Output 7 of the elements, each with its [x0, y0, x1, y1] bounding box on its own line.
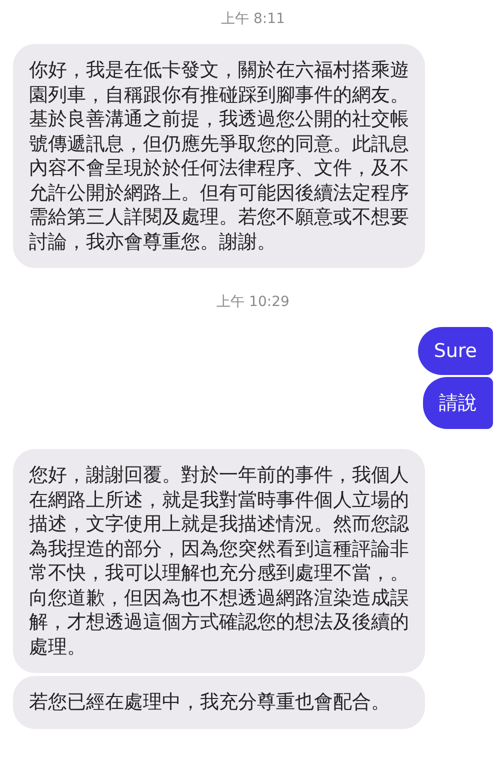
- outgoing-message-bubble: 請說: [423, 377, 493, 429]
- incoming-message-bubble: 您好，謝謝回覆。對於一年前的事件，我個人在網路上所述，就是我對當時事件個人立場的描述，文字使用上就是我描述情況。然而您認為我捏造的部分，因為您突然看到這種評論非常不快，我可以理解也充分感到處理不當，。向您道歉，但因為也不想透過網路渲染造成誤解，才想透過這個方式確認您的想法及後續的處理。: [13, 449, 425, 673]
- timestamp: 上午 10:29: [216, 293, 290, 311]
- outgoing-message-bubble: Sure: [418, 327, 493, 375]
- incoming-message-bubble: 若您已經在處理中，我充分尊重也會配合。: [13, 676, 425, 728]
- timestamp: 上午 8:11: [221, 10, 285, 28]
- incoming-message-bubble: 你好，我是在低卡發文，關於在六福村搭乘遊園列車，自稱跟你有推碰踩到腳事件的網友。基於良善溝通之前提，我透過您公開的社交帳號傳遞訊息，但仍應先爭取您的同意。此訊息內容不會呈現於於任何法律程序、文件，及不允許公開於網路上。但有可能因後續法定程序需給第三人詳閱及處理。若您不願意或不想要討論，我亦會尊重您。謝謝。: [13, 44, 425, 268]
